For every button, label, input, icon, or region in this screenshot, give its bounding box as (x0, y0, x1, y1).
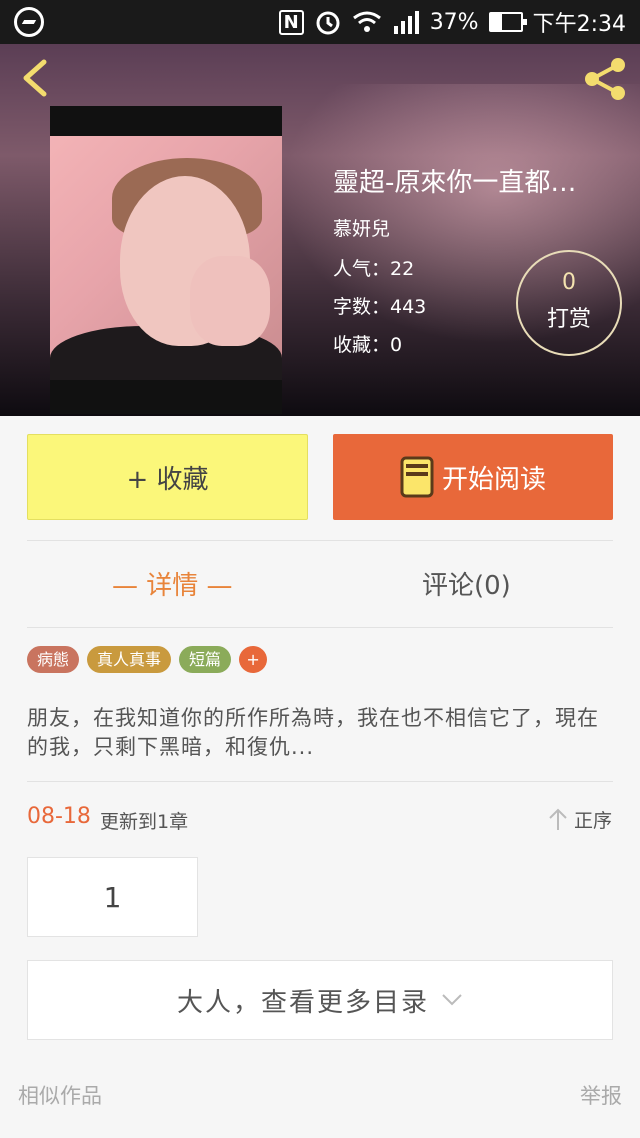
clock: 下午2:34 (532, 12, 626, 37)
more-chapters-button[interactable]: 大人，查看更多目录 (27, 960, 613, 1040)
alarm-icon (316, 11, 340, 35)
sort-order-button[interactable]: 正序 (548, 806, 612, 833)
sort-order-label: 正序 (573, 810, 612, 832)
add-favorite-label: + 收藏 (126, 464, 209, 495)
chevron-down-icon (442, 994, 462, 1006)
book-icon (400, 456, 434, 498)
signal-icon (393, 11, 419, 34)
word-count-stat: 字数：443 (333, 296, 427, 318)
more-chapters-label: 大人，查看更多目录 (176, 987, 429, 1018)
book-cover[interactable] (50, 106, 282, 414)
messenger-icon (14, 7, 44, 37)
battery-icon (488, 12, 527, 32)
chapter-item[interactable]: 1 (27, 857, 198, 937)
nfc-icon: N (278, 9, 304, 35)
book-header: 靈超-原來你一直都… 慕妍兒 人气：22 字数：443 收藏：0 0 打赏 (0, 44, 640, 416)
arrow-up-icon (549, 808, 567, 830)
share-icon[interactable] (582, 56, 628, 102)
start-reading-label: 开始阅读 (441, 464, 546, 495)
divider (27, 781, 613, 782)
update-status: 更新到1章 (100, 811, 189, 833)
tag-list: 病態 真人真事 短篇 + (27, 646, 268, 673)
tip-button[interactable]: 0 打赏 (516, 250, 622, 356)
status-bar: N 37% 下午2:34 (0, 0, 640, 44)
tip-count: 0 (562, 270, 576, 295)
battery-percent: 37% (429, 9, 479, 35)
tip-label: 打赏 (546, 307, 591, 332)
tag[interactable]: 短篇 (179, 646, 232, 673)
divider (27, 540, 613, 541)
tag[interactable]: 病態 (27, 646, 80, 673)
book-author[interactable]: 慕妍兒 (333, 214, 390, 241)
start-reading-button[interactable]: 开始阅读 (333, 434, 613, 520)
divider (27, 627, 613, 628)
tag[interactable]: 真人真事 (87, 646, 172, 673)
similar-works-heading: 相似作品 (18, 1084, 102, 1108)
wifi-icon (352, 11, 381, 32)
favorites-stat: 收藏：0 (333, 334, 403, 356)
add-tag-button[interactable]: + (239, 646, 268, 673)
book-title: 靈超-原來你一直都… (333, 168, 577, 198)
tab-comments[interactable]: 评论(0) (422, 565, 511, 602)
battery-level (490, 14, 502, 30)
back-icon[interactable] (18, 58, 52, 98)
book-description: 朋友，在我知道你的所作所為時，我在也不相信它了，現在的我，只剩下黑暗，和復仇..… (27, 706, 599, 759)
add-favorite-button[interactable]: + 收藏 (27, 434, 308, 520)
tab-detail[interactable]: — 详情 — (112, 565, 233, 602)
update-date: 08-18 (27, 804, 91, 829)
cover-image (50, 136, 282, 380)
popularity-stat: 人气：22 (333, 258, 415, 280)
report-link[interactable]: 举报 (580, 1080, 622, 1110)
